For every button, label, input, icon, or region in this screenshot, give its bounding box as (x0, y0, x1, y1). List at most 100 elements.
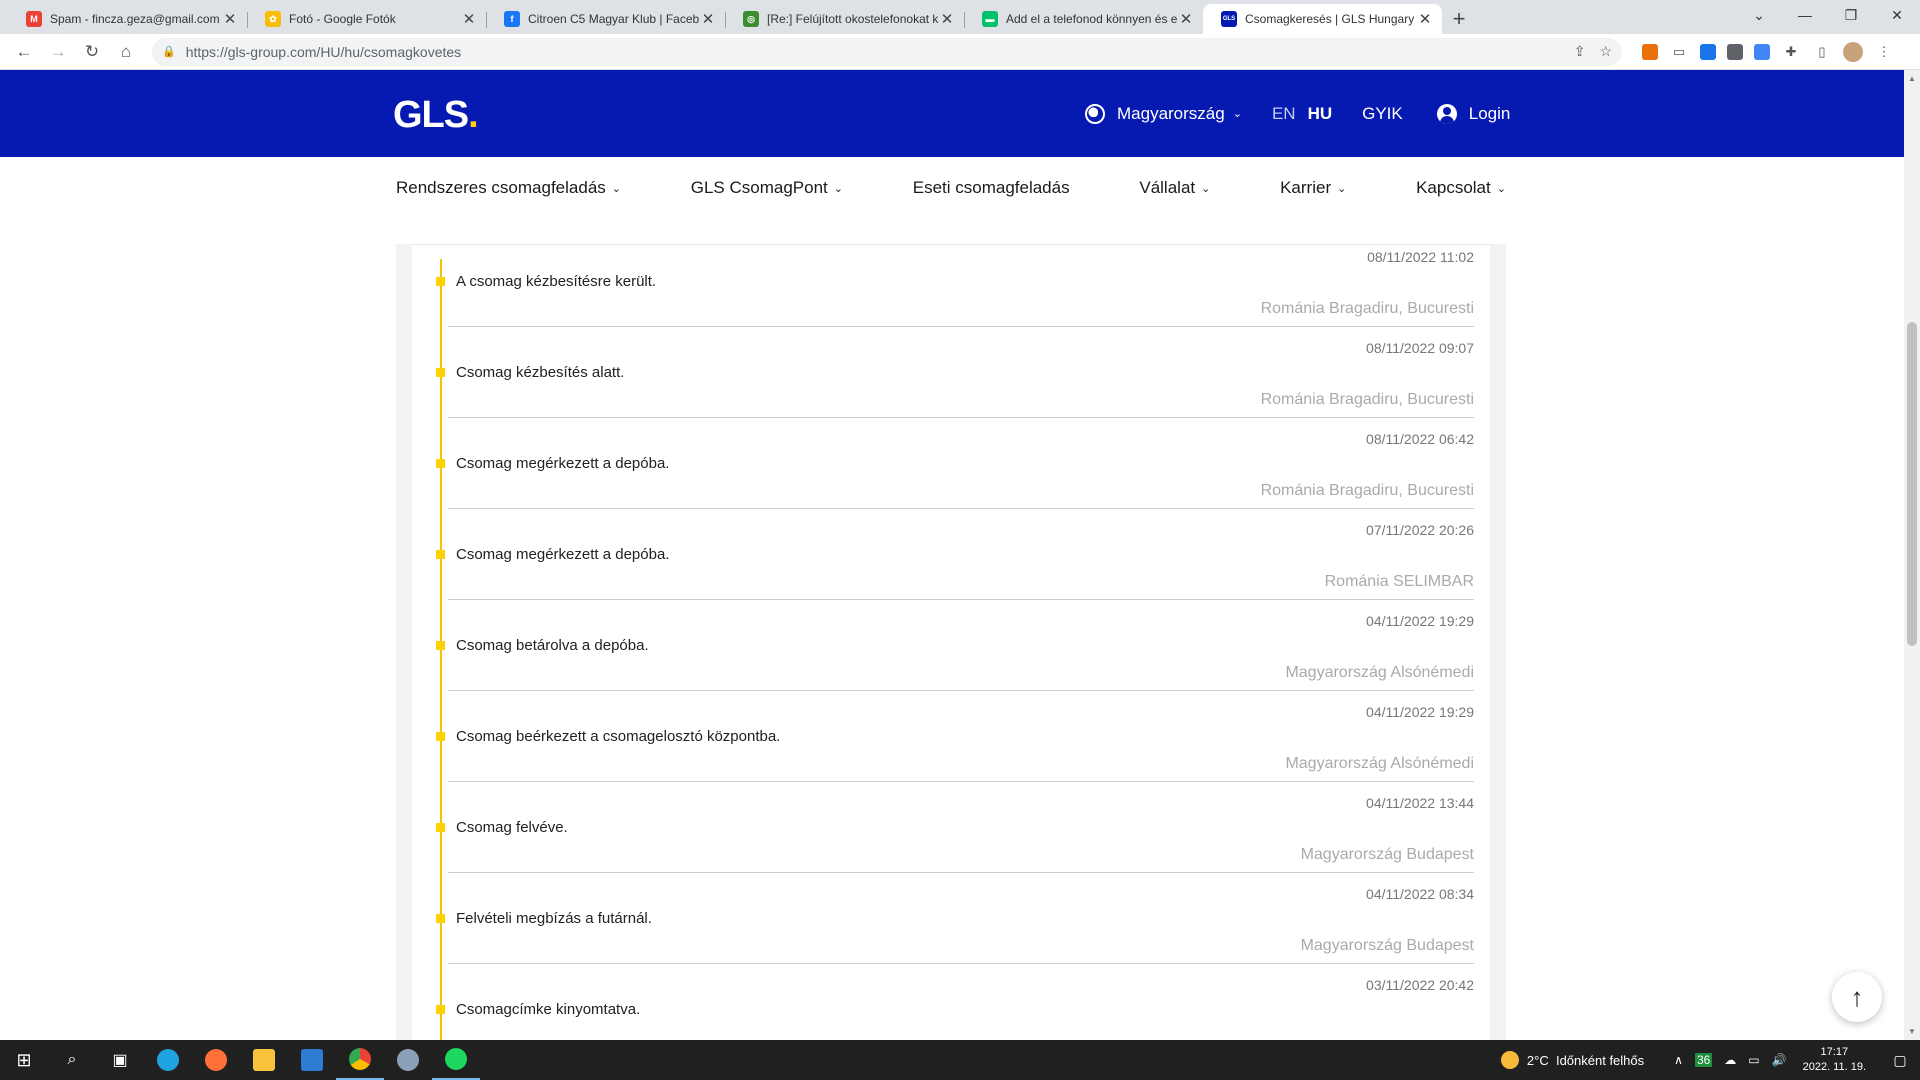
tracking-event: 07/11/2022 20:26 Csomag megérkezett a dep… (436, 518, 1480, 609)
weather-temp: 2°C (1526, 1052, 1549, 1068)
close-tab-icon[interactable]: ✕ (221, 10, 239, 28)
share-icon[interactable]: ⇪ (1574, 43, 1586, 60)
tracking-event: 08/11/2022 09:07 Csomag kézbesítés alatt.… (436, 336, 1480, 427)
country-selector[interactable]: Magyarország ⌄ (1085, 103, 1242, 124)
event-divider (448, 599, 1474, 600)
tracking-history-card: 08/11/2022 11:02 A csomag kézbesítésre ke… (412, 244, 1490, 1040)
browser-tab[interactable]: ▬ Add el a telefonod könnyen és e ✕ (964, 4, 1203, 34)
close-tab-icon[interactable]: ✕ (1177, 10, 1195, 28)
close-window-button[interactable]: ✕ (1874, 0, 1920, 30)
scrollbar-thumb[interactable] (1907, 322, 1917, 646)
new-tab-button[interactable]: + (1442, 4, 1476, 34)
side-panel-icon[interactable]: ▯ (1812, 42, 1832, 62)
browser-tab[interactable]: f Citroen C5 Magyar Klub | Facebo ✕ (486, 4, 725, 34)
browser-tab[interactable]: GLS Csomagkeresés | GLS Hungary ✕ (1203, 4, 1442, 34)
chevron-down-icon: ⌄ (1201, 182, 1211, 195)
back-button[interactable]: ← (8, 36, 40, 68)
page-scrollbar[interactable]: ▲ ▼ (1904, 70, 1920, 1040)
faq-link[interactable]: GYIK (1362, 104, 1403, 124)
extensions-area: ▭ ✚ ▯ ⋮ (1642, 41, 1894, 62)
url-text[interactable]: https://gls-group.com/HU/hu/csomagkovete… (186, 44, 1560, 60)
nav-item[interactable]: Karrier ⌄ (1280, 178, 1346, 198)
scroll-down-arrow[interactable]: ▼ (1908, 1027, 1916, 1036)
nav-item[interactable]: Kapcsolat ⌄ (1416, 178, 1506, 198)
event-description: Felvételi megbízás a futárnál. (456, 910, 652, 927)
tab-title: [Re:] Felújított okostelefonokat ki (767, 12, 938, 26)
close-tab-icon[interactable]: ✕ (938, 10, 956, 28)
browser-tab[interactable]: M Spam - fincza.geza@gmail.com - ✕ (8, 4, 247, 34)
start-button[interactable]: ⊞ (0, 1040, 48, 1080)
spotify-icon[interactable] (432, 1040, 480, 1080)
header-actions: Magyarország ⌄ EN HU GYIK Login (1085, 70, 1510, 157)
system-tray: 2°C Időnként felhős ∧ 36 ☁ ▭ 🔊 17:17 202… (1500, 1040, 1920, 1080)
task-view-icon[interactable]: ▣ (96, 1040, 144, 1080)
back-to-top-button[interactable]: ↑ (1832, 972, 1882, 1022)
language-hu[interactable]: HU (1308, 104, 1333, 124)
chevron-down-icon: ⌄ (1232, 108, 1242, 120)
event-location: Románia Bragadiru, Bucuresti (1260, 300, 1474, 317)
home-button[interactable]: ⌂ (110, 36, 142, 68)
restore-button[interactable]: ❐ (1828, 0, 1874, 30)
app-icon[interactable] (288, 1040, 336, 1080)
translate-icon[interactable] (1754, 43, 1770, 60)
firefox-icon[interactable] (192, 1040, 240, 1080)
login-link[interactable]: Login (1436, 103, 1510, 124)
volume-icon[interactable]: 🔊 (1772, 1053, 1787, 1067)
network-icon[interactable]: ▭ (1748, 1053, 1759, 1067)
timeline-marker (436, 1005, 445, 1014)
event-divider (448, 872, 1474, 873)
browser-menu-icon[interactable]: ⋮ (1874, 42, 1894, 62)
gls-logo[interactable]: GLS. (393, 94, 479, 137)
close-tab-icon[interactable]: ✕ (1416, 10, 1434, 28)
tracking-event: 04/11/2022 19:29 Csomag betárolva a depób… (436, 609, 1480, 700)
edge-icon[interactable] (144, 1040, 192, 1080)
tray-app-icon[interactable]: ☁ (1724, 1053, 1736, 1067)
tray-badge[interactable]: 36 (1694, 1053, 1713, 1067)
tracking-event: 04/11/2022 19:29 Csomag beérkezett a csom… (436, 700, 1480, 791)
extension-icon[interactable]: ▭ (1669, 42, 1689, 62)
nav-item[interactable]: Rendszeres csomagfeladás ⌄ (396, 178, 621, 198)
nav-item-label: GLS CsomagPont (690, 178, 828, 197)
tab-title: Spam - fincza.geza@gmail.com - (50, 12, 221, 26)
event-date: 08/11/2022 06:42 (1366, 431, 1474, 447)
scroll-up-arrow[interactable]: ▲ (1908, 74, 1916, 83)
minimize-button[interactable]: — (1782, 0, 1828, 30)
tracking-event: 03/11/2022 20:42 Csomagcímke kinyomtatva. (436, 973, 1480, 1040)
tracking-event: 08/11/2022 11:02 A csomag kézbesítésre ke… (436, 245, 1480, 336)
lock-icon[interactable]: 🔒 (162, 45, 176, 58)
address-bar[interactable]: 🔒 https://gls-group.com/HU/hu/csomagkove… (152, 37, 1622, 66)
nav-item[interactable]: Vállalat ⌄ (1139, 178, 1210, 198)
file-explorer-icon[interactable] (240, 1040, 288, 1080)
extensions-puzzle-icon[interactable]: ✚ (1781, 42, 1801, 62)
user-icon (1436, 103, 1457, 124)
facebook-icon: f (504, 11, 520, 27)
clock-date: 2022. 11. 19. (1802, 1061, 1866, 1073)
tab-list: M Spam - fincza.geza@gmail.com - ✕ ✿ Fotó - … (0, 0, 1442, 34)
close-tab-icon[interactable]: ✕ (460, 10, 478, 28)
weather-widget[interactable]: 2°C Időnként felhős (1500, 1051, 1644, 1069)
browser-tab[interactable]: ✿ Fotó - Google Fotók ✕ (247, 4, 486, 34)
tracking-event: 04/11/2022 13:44 Csomag felvéve. Magyarors… (436, 791, 1480, 882)
event-date: 04/11/2022 19:29 (1366, 704, 1474, 720)
bookmark-star-icon[interactable]: ☆ (1599, 43, 1612, 60)
language-en[interactable]: EN (1272, 104, 1296, 124)
close-tab-icon[interactable]: ✕ (699, 10, 717, 28)
reload-button[interactable]: ↻ (76, 36, 108, 68)
tab-search-icon[interactable]: ⌄ (1736, 0, 1782, 30)
extension-icon[interactable] (1727, 43, 1743, 60)
notifications-icon[interactable]: ▢ (1880, 1052, 1920, 1069)
extension-icon[interactable] (1642, 43, 1658, 60)
app-icon[interactable] (384, 1040, 432, 1080)
search-icon[interactable]: ⌕ (48, 1040, 96, 1080)
clock[interactable]: 17:17 2022. 11. 19. (1803, 1045, 1866, 1075)
forward-button[interactable]: → (42, 36, 74, 68)
nav-item[interactable]: GLS CsomagPont ⌄ (691, 178, 843, 198)
timeline-marker (436, 550, 445, 559)
extension-icon[interactable] (1700, 43, 1716, 60)
chrome-icon[interactable] (336, 1040, 384, 1080)
show-hidden-icons[interactable]: ∧ (1674, 1053, 1683, 1067)
nav-item[interactable]: Eseti csomagfeladás (913, 178, 1070, 198)
profile-avatar[interactable] (1843, 41, 1863, 62)
chevron-down-icon: ⌄ (833, 182, 843, 195)
browser-tab[interactable]: ◎ [Re:] Felújított okostelefonokat ki ✕ (725, 4, 964, 34)
